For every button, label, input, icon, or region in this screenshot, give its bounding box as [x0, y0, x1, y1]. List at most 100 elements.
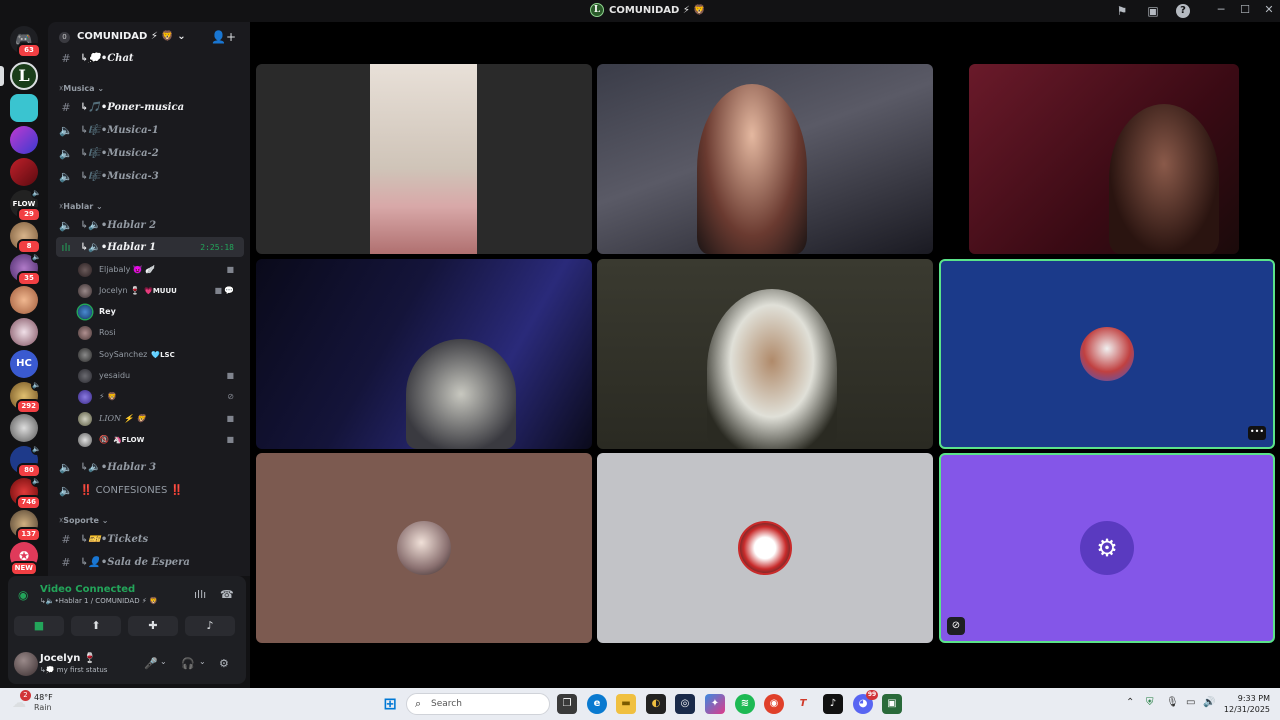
copilot-icon[interactable]: ✦ [705, 694, 725, 714]
server-icon-8[interactable] [10, 286, 38, 314]
voice-user[interactable]: Rosi [78, 323, 244, 342]
activity-icon[interactable]: ✚ [128, 616, 178, 636]
channel-musica-1[interactable]: 🔈 ↳🎼•Musica-1 [56, 120, 244, 140]
app-icon-t[interactable]: T [793, 694, 813, 714]
chrome-icon[interactable]: ◉ [764, 694, 784, 714]
volume-icon[interactable]: 🔊 [1203, 697, 1215, 708]
video-tile[interactable] [597, 453, 933, 643]
category-soporte[interactable]: ☓Soporte ⌄ [59, 516, 108, 525]
server-icon-12[interactable] [10, 414, 38, 442]
server-header[interactable]: 0 COMUNIDAD ⚡ 🦁 ⌄ 👤+ [48, 28, 250, 48]
voice-status[interactable]: Video Connected [40, 584, 135, 595]
soundboard-icon[interactable]: ♪ [185, 616, 235, 636]
inbox-icon[interactable]: ▣ [1146, 4, 1160, 18]
system-clock[interactable]: 9:33 PM 12/31/2025 [1224, 693, 1270, 715]
server-icon-6[interactable]: 8 [10, 222, 41, 254]
category-hablar[interactable]: ☓Hablar ⌄ [59, 202, 103, 211]
signal-icon[interactable]: ◉ [18, 588, 28, 602]
custom-status[interactable]: ↳💭 my first status [40, 666, 107, 674]
channel-confesiones[interactable]: 🔈 ‼️ CONFESIONES ‼️ [56, 480, 244, 500]
settings-gear-icon[interactable]: ⚙ [219, 657, 229, 670]
server-icon-2[interactable] [10, 94, 38, 122]
channel-poner-musica[interactable]: # ↳🎵•Poner-musica [56, 97, 244, 117]
server-icon-15[interactable]: 137 [10, 510, 41, 542]
speaker-icon: 🔈 [31, 476, 42, 487]
video-tile[interactable] [256, 64, 592, 254]
voice-location[interactable]: ↳🔈•Hablar 1 / COMUNIDAD ⚡ 🦁 [40, 597, 158, 605]
maximize-icon[interactable]: ☐ [1238, 3, 1252, 17]
chevron-down-icon[interactable]: ⌄ [199, 657, 206, 666]
voice-user[interactable]: Rey [78, 302, 244, 321]
clock-time: 9:33 PM [1237, 694, 1270, 703]
app-icon-2[interactable]: ▣ [882, 694, 902, 714]
server-icon-4[interactable] [10, 158, 38, 186]
discord-home-icon[interactable]: 🎮 63 [10, 26, 41, 58]
voice-user[interactable]: Eljabaly 👿 🪽 ■ [78, 260, 244, 279]
server-icon-7[interactable]: 🔈 35 [10, 252, 42, 286]
file-explorer-icon[interactable]: ▬ [616, 694, 636, 714]
video-tile[interactable] [597, 64, 933, 254]
channel-chat[interactable]: # ↳💭•Chat [56, 49, 244, 67]
speaker-icon: 🔈 [31, 444, 42, 455]
channel-hablar-1[interactable]: ılı ↳🔈•Hablar 1 2:25:18 [56, 237, 244, 257]
avatar[interactable] [14, 652, 38, 676]
minimize-icon[interactable]: ─ [1214, 3, 1228, 17]
task-view-icon[interactable]: ❐ [557, 694, 577, 714]
voice-user[interactable]: SoySanchez 🩵LSC [78, 345, 244, 364]
server-icon-flow[interactable]: FLOW 🔈 29 [10, 188, 42, 222]
channel-tickets[interactable]: # ↳🎫•Tickets [56, 529, 244, 549]
channel-sala-de-espera[interactable]: # ↳👤•Sala de Espera [56, 552, 244, 572]
tray-mic-icon[interactable]: 🎙 [1166, 697, 1179, 708]
video-tile[interactable] [597, 259, 933, 449]
channel-musica-3[interactable]: 🔈 ↳🎼•Musica-3 [56, 166, 244, 186]
windows-start-icon[interactable]: ⊞ [380, 694, 400, 714]
voice-user[interactable]: Jocelyn 🍷 💗MUUU ■ 💬 [78, 281, 244, 300]
video-tile[interactable] [969, 64, 1239, 254]
username[interactable]: Jocelyn 🍷 [40, 653, 96, 664]
disconnect-icon[interactable]: ☎ [220, 588, 234, 601]
chevron-down-icon[interactable]: ⌄ [160, 657, 167, 666]
server-icon-3[interactable] [10, 126, 38, 154]
microphone-icon[interactable]: 🎤 [144, 657, 158, 670]
close-icon[interactable]: ✕ [1262, 3, 1276, 17]
tray-shield-icon[interactable]: ⛨ [1146, 697, 1154, 708]
channel-hablar-2[interactable]: 🔈 ↳🔈•Hablar 2 [56, 215, 244, 235]
server-icon-13[interactable]: 🔈 80 [10, 444, 42, 478]
video-tile-speaking[interactable]: ••• [939, 259, 1275, 449]
server-icon-comunidad[interactable]: L [0, 62, 38, 90]
app-icon-1[interactable]: ◐ [646, 694, 666, 714]
voice-user[interactable]: LION ⚡ 🦁 ■ [78, 409, 244, 428]
camera-button[interactable]: ■ [14, 616, 64, 636]
chevron-up-icon[interactable]: ⌃ [1126, 697, 1134, 708]
server-icon-16[interactable]: ✪ NEW [9, 542, 38, 576]
discord-taskbar-icon[interactable]: ◕ 99 [853, 690, 878, 714]
server-icon-11[interactable]: 🔈 292 [10, 380, 42, 414]
more-options-icon[interactable]: ••• [1248, 426, 1266, 440]
category-musica[interactable]: ☓Musica ⌄ [59, 84, 104, 93]
server-name[interactable]: COMUNIDAD ⚡ 🦁 ⌄ [77, 31, 186, 42]
steam-icon[interactable]: ◎ [675, 694, 695, 714]
noise-suppression-icon[interactable]: ıllı [194, 588, 206, 601]
spotify-icon[interactable]: ≋ [735, 694, 755, 714]
voice-user[interactable]: ⚡ 🦁 ⊘ [78, 387, 244, 406]
channel-hablar-3[interactable]: 🔈 ↳🔈•Hablar 3 [56, 457, 244, 477]
network-icon[interactable]: ▭ [1186, 697, 1195, 708]
server-icon-14[interactable]: 🔈 746 [10, 476, 42, 510]
voice-user[interactable]: 🔞 🦄FLOW ■ [78, 430, 244, 449]
video-tile-speaking[interactable]: ⚙ ⊘ [939, 453, 1275, 643]
tiktok-icon[interactable]: ♪ [823, 694, 843, 714]
video-tile[interactable] [256, 453, 592, 643]
server-icon-9[interactable] [10, 318, 38, 346]
video-tile[interactable] [256, 259, 592, 449]
screen-share-icon[interactable]: ⬆ [71, 616, 121, 636]
video-stage: ••• ⚙ ⊘ [250, 22, 1280, 688]
help-icon[interactable]: ? [1176, 4, 1190, 18]
headphones-icon[interactable]: 🎧 [181, 657, 195, 670]
taskbar-search[interactable]: ⌕ Search [406, 693, 550, 715]
server-icon-hc[interactable]: HC [10, 350, 38, 378]
voice-user[interactable]: yesaidu ■ [78, 366, 244, 385]
inbox-flag-icon[interactable]: ⚑ [1115, 4, 1129, 18]
edge-icon[interactable]: e [587, 694, 607, 714]
person-add-icon[interactable]: 👤+ [211, 30, 236, 44]
channel-musica-2[interactable]: 🔈 ↳🎼•Musica-2 [56, 143, 244, 163]
